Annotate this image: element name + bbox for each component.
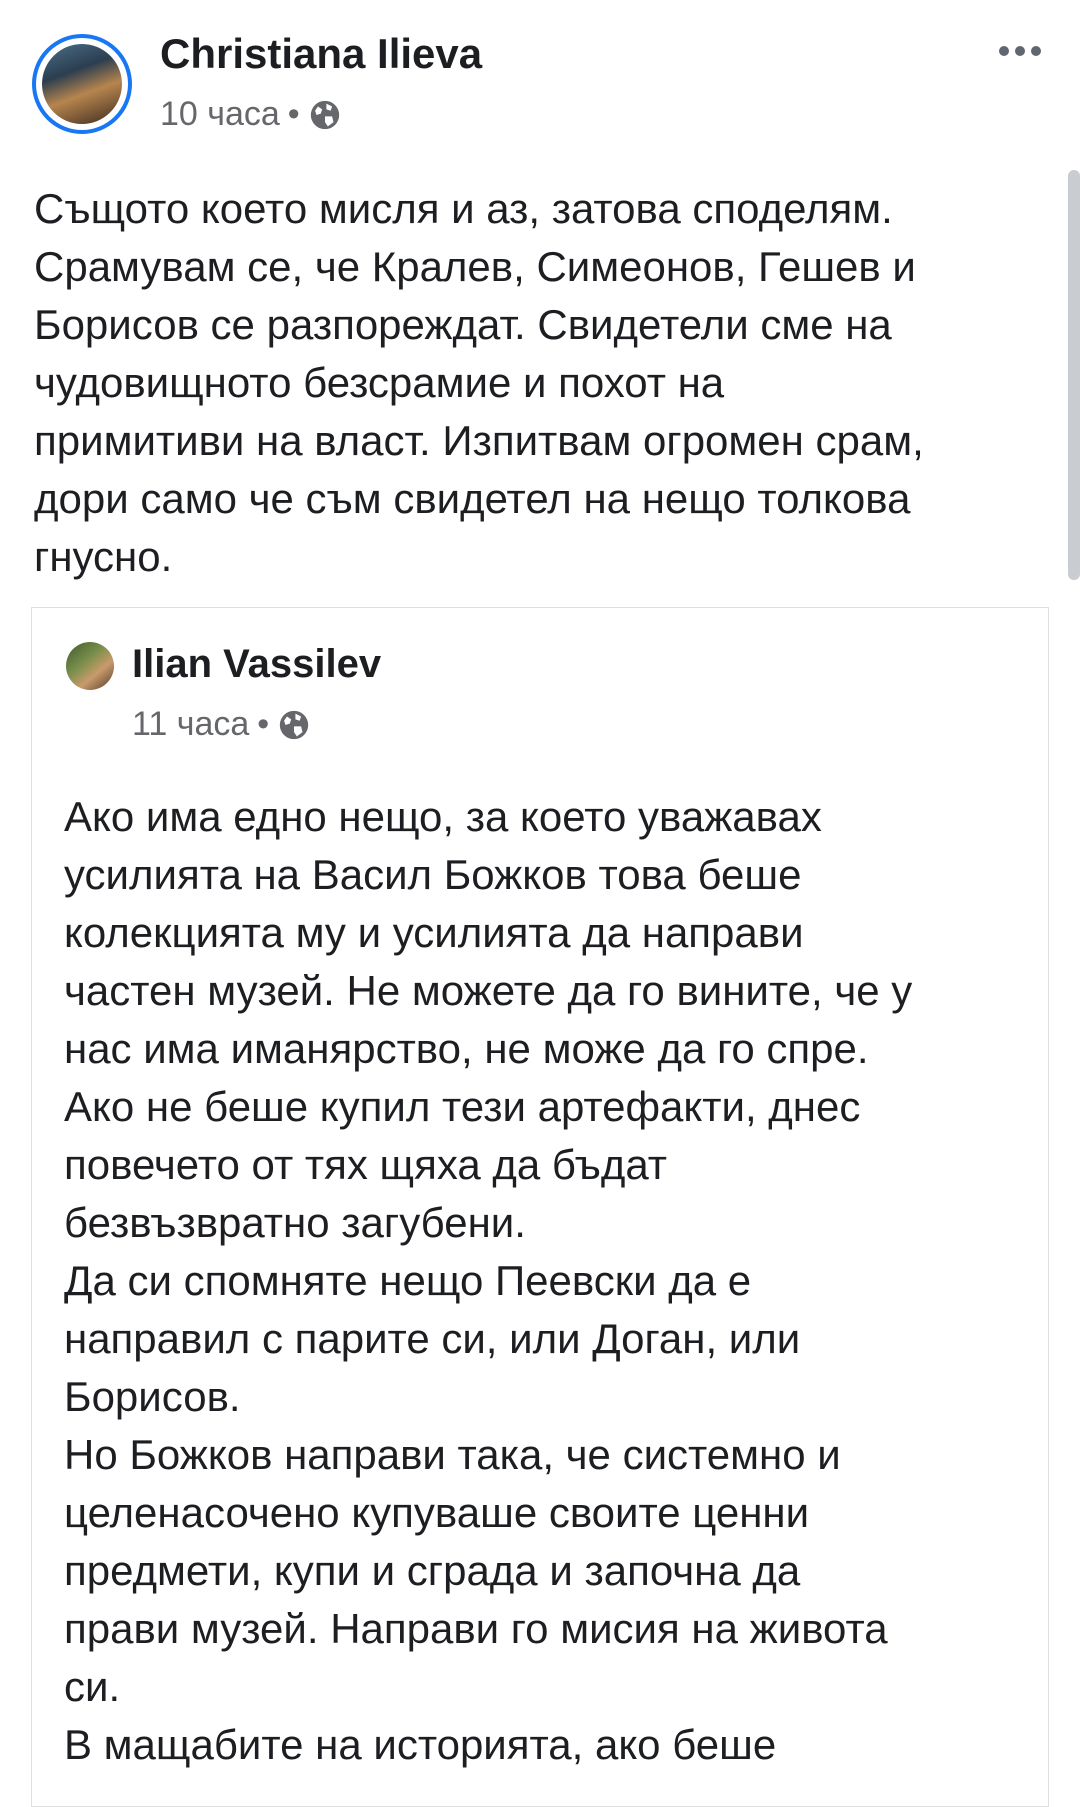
post-body-text: Същото което мисля и аз, затова споделям… [34, 185, 924, 580]
scrollbar[interactable] [1068, 170, 1080, 580]
post-timestamp[interactable]: 10 часа [160, 95, 280, 134]
globe-icon[interactable] [277, 708, 311, 742]
post-meta: 10 часа • [160, 95, 342, 134]
shared-author-name[interactable]: Ilian Vassilev [132, 642, 381, 687]
post-header: Christiana Ilieva 10 часа • [0, 0, 1080, 150]
shared-post[interactable]: Ilian Vassilev 11 часа • Ако има едно не… [31, 607, 1049, 1807]
globe-icon[interactable] [308, 98, 342, 132]
shared-author-avatar[interactable] [66, 642, 114, 690]
shared-meta-separator: • [257, 705, 270, 743]
more-options-icon[interactable] [990, 36, 1050, 66]
shared-post-timestamp[interactable]: 11 часа [132, 705, 249, 744]
shared-post-body-text: Ако има едно нещо, за което уважавах уси… [64, 793, 913, 1768]
shared-post-meta: 11 часа • [132, 705, 311, 744]
facebook-post: Christiana Ilieva 10 часа • Същото което… [0, 0, 1080, 1807]
author-avatar[interactable] [32, 34, 132, 134]
avatar-image [42, 44, 122, 124]
author-name[interactable]: Christiana Ilieva [160, 30, 482, 78]
meta-separator: • [287, 95, 300, 133]
